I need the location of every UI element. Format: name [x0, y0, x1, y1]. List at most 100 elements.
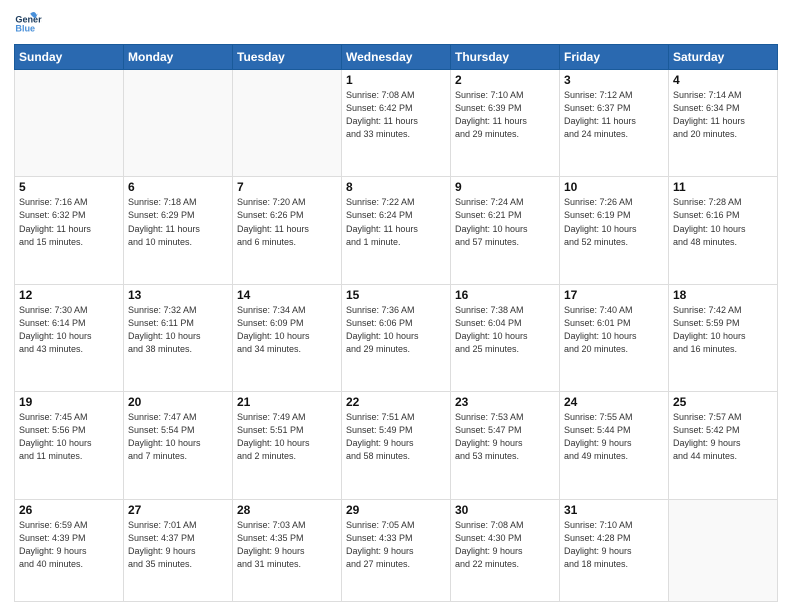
day-number: 23: [455, 395, 555, 409]
calendar-cell: 2Sunrise: 7:10 AM Sunset: 6:39 PM Daylig…: [451, 70, 560, 177]
day-info: Sunrise: 7:10 AM Sunset: 4:28 PM Dayligh…: [564, 519, 664, 571]
day-info: Sunrise: 7:22 AM Sunset: 6:24 PM Dayligh…: [346, 196, 446, 248]
calendar-cell: 14 Sunrise: 7:34 AM Sunset: 6:09 PM Dayli…: [233, 284, 342, 391]
weekday-header-row: SundayMondayTuesdayWednesdayThursdayFrid…: [15, 45, 778, 70]
calendar-cell: 21 Sunrise: 7:49 AM Sunset: 5:51 PM Dayli…: [233, 392, 342, 499]
day-info: Sunrise: 7:49 AM Sunset: 5:51 PM Dayligh…: [237, 411, 337, 463]
day-number: 3: [564, 73, 664, 87]
calendar-table: SundayMondayTuesdayWednesdayThursdayFrid…: [14, 44, 778, 602]
day-number: 24: [564, 395, 664, 409]
day-info: Sunrise: 7:16 AM Sunset: 6:32 PM Dayligh…: [19, 196, 119, 248]
day-number: 7: [237, 180, 337, 194]
calendar-cell: 15 Sunrise: 7:36 AM Sunset: 6:06 PM Dayli…: [342, 284, 451, 391]
day-number: 25: [673, 395, 773, 409]
svg-text:Blue: Blue: [15, 24, 35, 34]
day-info: Sunrise: 7:34 AM Sunset: 6:09 PM Dayligh…: [237, 304, 337, 356]
day-info: Sunrise: 6:59 AM Sunset: 4:39 PM Dayligh…: [19, 519, 119, 571]
day-info: Sunrise: 7:36 AM Sunset: 6:06 PM Dayligh…: [346, 304, 446, 356]
weekday-header-thursday: Thursday: [451, 45, 560, 70]
weekday-header-saturday: Saturday: [669, 45, 778, 70]
calendar-cell: 19 Sunrise: 7:45 AM Sunset: 5:56 PM Dayli…: [15, 392, 124, 499]
day-number: 28: [237, 503, 337, 517]
calendar-cell: 16Sunrise: 7:38 AM Sunset: 6:04 PM Dayli…: [451, 284, 560, 391]
day-number: 13: [128, 288, 228, 302]
page: General Blue SundayMondayTuesdayWednesda…: [0, 0, 792, 612]
day-number: 16: [455, 288, 555, 302]
day-number: 2: [455, 73, 555, 87]
calendar-cell: 28Sunrise: 7:03 AM Sunset: 4:35 PM Dayli…: [233, 499, 342, 601]
calendar-week-4: 19 Sunrise: 7:45 AM Sunset: 5:56 PM Dayli…: [15, 392, 778, 499]
calendar-cell: 27Sunrise: 7:01 AM Sunset: 4:37 PM Dayli…: [124, 499, 233, 601]
day-info: Sunrise: 7:30 AM Sunset: 6:14 PM Dayligh…: [19, 304, 119, 356]
day-number: 26: [19, 503, 119, 517]
day-number: 18: [673, 288, 773, 302]
day-number: 8: [346, 180, 446, 194]
calendar-cell: 24 Sunrise: 7:55 AM Sunset: 5:44 PM Dayli…: [560, 392, 669, 499]
day-info: Sunrise: 7:45 AM Sunset: 5:56 PM Dayligh…: [19, 411, 119, 463]
calendar-cell: 29 Sunrise: 7:05 AM Sunset: 4:33 PM Dayli…: [342, 499, 451, 601]
day-number: 14: [237, 288, 337, 302]
calendar-cell: 20 Sunrise: 7:47 AM Sunset: 5:54 PM Dayli…: [124, 392, 233, 499]
day-info: Sunrise: 7:14 AM Sunset: 6:34 PM Dayligh…: [673, 89, 773, 141]
calendar-cell: 1 Sunrise: 7:08 AM Sunset: 6:42 PM Daylig…: [342, 70, 451, 177]
calendar-cell: 6 Sunrise: 7:18 AM Sunset: 6:29 PM Daylig…: [124, 177, 233, 284]
day-info: Sunrise: 7:47 AM Sunset: 5:54 PM Dayligh…: [128, 411, 228, 463]
day-info: Sunrise: 7:12 AM Sunset: 6:37 PM Dayligh…: [564, 89, 664, 141]
day-info: Sunrise: 7:57 AM Sunset: 5:42 PM Dayligh…: [673, 411, 773, 463]
calendar-week-3: 12 Sunrise: 7:30 AM Sunset: 6:14 PM Dayli…: [15, 284, 778, 391]
day-number: 21: [237, 395, 337, 409]
day-number: 1: [346, 73, 446, 87]
day-info: Sunrise: 7:08 AM Sunset: 4:30 PM Dayligh…: [455, 519, 555, 571]
day-number: 5: [19, 180, 119, 194]
calendar-cell: 22 Sunrise: 7:51 AM Sunset: 5:49 PM Dayli…: [342, 392, 451, 499]
day-info: Sunrise: 7:05 AM Sunset: 4:33 PM Dayligh…: [346, 519, 446, 571]
day-info: Sunrise: 7:18 AM Sunset: 6:29 PM Dayligh…: [128, 196, 228, 248]
calendar-week-1: 1 Sunrise: 7:08 AM Sunset: 6:42 PM Daylig…: [15, 70, 778, 177]
day-info: Sunrise: 7:20 AM Sunset: 6:26 PM Dayligh…: [237, 196, 337, 248]
day-number: 29: [346, 503, 446, 517]
calendar-cell: 12 Sunrise: 7:30 AM Sunset: 6:14 PM Dayli…: [15, 284, 124, 391]
day-info: Sunrise: 7:53 AM Sunset: 5:47 PM Dayligh…: [455, 411, 555, 463]
weekday-header-tuesday: Tuesday: [233, 45, 342, 70]
calendar-week-2: 5 Sunrise: 7:16 AM Sunset: 6:32 PM Daylig…: [15, 177, 778, 284]
day-number: 31: [564, 503, 664, 517]
day-info: Sunrise: 7:32 AM Sunset: 6:11 PM Dayligh…: [128, 304, 228, 356]
calendar-cell: 11 Sunrise: 7:28 AM Sunset: 6:16 PM Dayli…: [669, 177, 778, 284]
day-number: 6: [128, 180, 228, 194]
day-number: 19: [19, 395, 119, 409]
day-number: 9: [455, 180, 555, 194]
calendar-cell: 25 Sunrise: 7:57 AM Sunset: 5:42 PM Dayli…: [669, 392, 778, 499]
calendar-cell: 7 Sunrise: 7:20 AM Sunset: 6:26 PM Daylig…: [233, 177, 342, 284]
calendar-cell: 8 Sunrise: 7:22 AM Sunset: 6:24 PM Daylig…: [342, 177, 451, 284]
day-number: 22: [346, 395, 446, 409]
day-number: 17: [564, 288, 664, 302]
day-number: 20: [128, 395, 228, 409]
calendar-cell: 31 Sunrise: 7:10 AM Sunset: 4:28 PM Dayli…: [560, 499, 669, 601]
calendar-cell: [15, 70, 124, 177]
calendar-cell: [124, 70, 233, 177]
calendar-cell: 26 Sunrise: 6:59 AM Sunset: 4:39 PM Dayli…: [15, 499, 124, 601]
calendar-cell: 5 Sunrise: 7:16 AM Sunset: 6:32 PM Daylig…: [15, 177, 124, 284]
day-info: Sunrise: 7:55 AM Sunset: 5:44 PM Dayligh…: [564, 411, 664, 463]
day-number: 15: [346, 288, 446, 302]
calendar-cell: 18Sunrise: 7:42 AM Sunset: 5:59 PM Dayli…: [669, 284, 778, 391]
day-info: Sunrise: 7:40 AM Sunset: 6:01 PM Dayligh…: [564, 304, 664, 356]
logo: General Blue: [14, 10, 26, 38]
weekday-header-monday: Monday: [124, 45, 233, 70]
day-info: Sunrise: 7:51 AM Sunset: 5:49 PM Dayligh…: [346, 411, 446, 463]
day-number: 10: [564, 180, 664, 194]
calendar-cell: [233, 70, 342, 177]
day-number: 12: [19, 288, 119, 302]
weekday-header-friday: Friday: [560, 45, 669, 70]
day-info: Sunrise: 7:08 AM Sunset: 6:42 PM Dayligh…: [346, 89, 446, 141]
calendar-cell: 3 Sunrise: 7:12 AM Sunset: 6:37 PM Daylig…: [560, 70, 669, 177]
calendar-cell: 30 Sunrise: 7:08 AM Sunset: 4:30 PM Dayli…: [451, 499, 560, 601]
calendar-cell: 17 Sunrise: 7:40 AM Sunset: 6:01 PM Dayli…: [560, 284, 669, 391]
calendar-cell: 23 Sunrise: 7:53 AM Sunset: 5:47 PM Dayli…: [451, 392, 560, 499]
header: General Blue: [14, 10, 778, 38]
calendar-cell: 9Sunrise: 7:24 AM Sunset: 6:21 PM Daylig…: [451, 177, 560, 284]
day-number: 30: [455, 503, 555, 517]
day-info: Sunrise: 7:28 AM Sunset: 6:16 PM Dayligh…: [673, 196, 773, 248]
day-number: 11: [673, 180, 773, 194]
calendar-cell: [669, 499, 778, 601]
